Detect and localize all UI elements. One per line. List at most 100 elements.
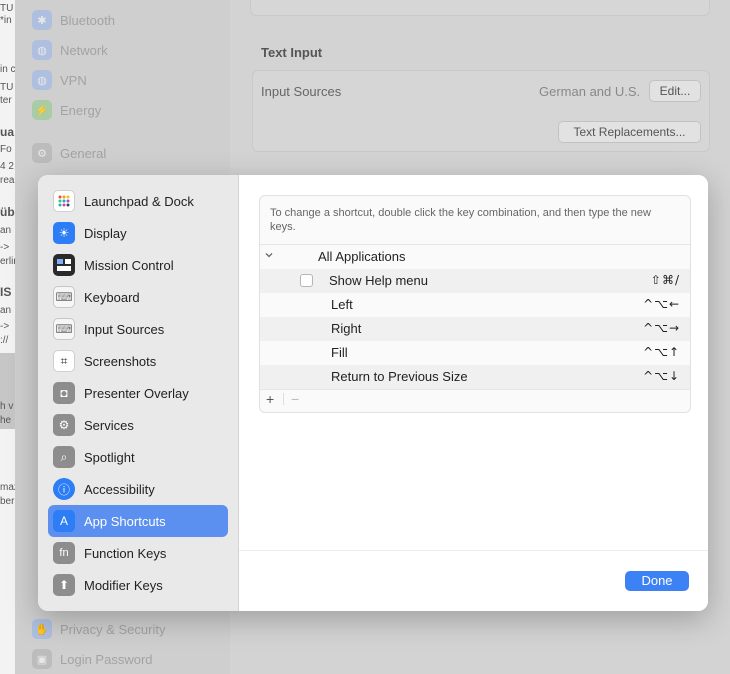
shortcuts-table: To change a shortcut, double click the k… [259,195,691,413]
hand-icon: ✋ [32,619,52,639]
mission-control-icon [53,254,75,276]
bg-text-fragment: TU [0,82,14,93]
bg-text-fragment: an [0,225,12,236]
bg-text-fragment: :// [0,335,9,346]
presenter-icon: ◘ [53,382,75,404]
divider [283,393,284,405]
shortcut-keys[interactable]: ^⌥→ [643,321,680,335]
edit-button[interactable]: Edit... [649,80,701,102]
bg-text-fragment: -> [0,242,10,253]
sidebar-item-label: Keyboard [84,289,140,305]
bg-text-fragment: rea [0,175,15,186]
shortcut-row[interactable]: Fill ^⌥↑ [260,341,690,365]
sidebar-item-screenshots[interactable]: ⌗ Screenshots [48,345,228,377]
sidebar-item-modifier-keys[interactable]: ⬆ Modifier Keys [48,569,228,601]
sidebar-item-presenter-overlay[interactable]: ◘ Presenter Overlay [48,377,228,409]
done-button[interactable]: Done [625,571,689,591]
shortcut-row[interactable]: Show Help menu ⇧⌘/ [260,269,690,293]
bg-text-fragment: -> [0,321,10,332]
shortcut-checkbox[interactable] [300,274,313,287]
text-input-heading: Text Input [261,45,323,60]
input-sources-value: German and U.S. [539,84,641,99]
bg-text-fragment: an [0,305,12,316]
shortcuts-sidebar: Launchpad & Dock ☀ Display Mission Contr… [38,175,239,611]
shortcut-label: Right [331,321,362,336]
sidebar-item-launchpad-dock[interactable]: Launchpad & Dock [48,185,228,217]
sidebar-item-label: Spotlight [84,449,135,465]
group-label: All Applications [318,249,406,264]
input-sources-label: Input Sources [261,84,342,99]
bg-text-fragment: ter [0,95,12,106]
bg-text-fragment: he [0,415,12,426]
sidebar-item-keyboard[interactable]: ⌨ Keyboard [48,281,228,313]
globe-icon: ◍ [32,40,52,60]
sidebar-item-label: Accessibility [84,481,155,497]
bg-text-fragment: TU [0,3,14,14]
shortcut-row[interactable]: Right ^⌥→ [260,317,690,341]
add-shortcut-button[interactable]: + [266,392,274,406]
shortcut-keys[interactable]: ^⌥↓ [643,369,680,383]
text-replacements-button[interactable]: Text Replacements... [558,121,701,143]
shortcut-label: Show Help menu [329,273,428,288]
bg-text-fragment: ua [0,125,15,139]
background-window-edge: TU *in in c TU ter ua Fo 4 2 rea üb an -… [0,0,19,674]
divider [260,389,690,390]
keyboard-icon: ⌨ [53,286,75,308]
sidebar-item-label: Function Keys [84,545,167,561]
sidebar-item-label: Mission Control [84,257,174,273]
sidebar-item-label: App Shortcuts [84,513,166,529]
shortcut-keys[interactable]: ^⌥← [643,297,680,311]
sidebar-item-app-shortcuts[interactable]: A App Shortcuts [48,505,228,537]
group-row-all-applications[interactable]: All Applications [260,245,690,269]
remove-shortcut-button[interactable]: − [291,392,299,406]
sidebar-item-input-sources[interactable]: ⌨ Input Sources [48,313,228,345]
shortcut-label: Left [331,297,353,312]
bg-sidebar-item: ◍ VPN [32,69,87,91]
sidebar-item-label: Input Sources [84,321,165,337]
lock-icon: ▣ [32,649,52,669]
shortcuts-main: To change a shortcut, double click the k… [239,175,708,611]
chevron-down-icon[interactable] [265,251,273,259]
shortcut-keys[interactable]: ^⌥↑ [643,345,680,359]
shortcut-label: Fill [331,345,348,360]
keyboard-shortcuts-dialog: Launchpad & Dock ☀ Display Mission Contr… [38,175,708,611]
bg-sidebar-item: ◍ Network [32,39,108,61]
sidebar-item-label: Display [84,225,127,241]
sidebar-item-mission-control[interactable]: Mission Control [48,249,228,281]
bg-text-fragment: *in [0,15,12,26]
shortcut-label: Return to Previous Size [331,369,468,384]
input-sources-icon: ⌨ [53,318,75,340]
screenshot-icon: ⌗ [53,350,75,372]
sidebar-item-accessibility[interactable]: ⓘ Accessibility [48,473,228,505]
shortcut-row[interactable]: Return to Previous Size ^⌥↓ [260,365,690,389]
sidebar-item-function-keys[interactable]: fn Function Keys [48,537,228,569]
bg-text-fragment: h v [0,401,14,412]
bg-sidebar-item: ⚙ General [32,142,106,164]
sidebar-item-label: Services [84,417,134,433]
footer-divider [239,550,708,551]
energy-icon: ⚡ [32,100,52,120]
launchpad-icon [53,190,75,212]
bg-sidebar-item: ✋ Privacy & Security [32,618,165,640]
instructions-text: To change a shortcut, double click the k… [270,207,651,233]
bg-text-fragment: in c [0,64,16,75]
services-icon: ⚙ [53,414,75,436]
sidebar-item-services[interactable]: ⚙ Services [48,409,228,441]
bg-sidebar-label: Bluetooth [60,12,115,28]
bluetooth-icon: ✱ [32,10,52,30]
fn-icon: fn [53,542,75,564]
shortcut-row[interactable]: Left ^⌥← [260,293,690,317]
gear-icon: ⚙ [32,143,52,163]
shortcut-keys[interactable]: ⇧⌘/ [651,273,680,287]
bg-sidebar-item: ✱ Bluetooth [32,9,115,31]
sidebar-item-spotlight[interactable]: ⌕ Spotlight [48,441,228,473]
app-store-icon: A [53,510,75,532]
accessibility-icon: ⓘ [53,478,75,500]
bg-card [250,0,710,16]
sidebar-item-label: Launchpad & Dock [84,193,194,209]
bg-sidebar-label: Privacy & Security [60,621,166,637]
bg-sidebar-label: Energy [60,102,102,118]
bg-text-fragment: IS [0,285,12,299]
sidebar-item-display[interactable]: ☀ Display [48,217,228,249]
sidebar-item-label: Screenshots [84,353,157,369]
